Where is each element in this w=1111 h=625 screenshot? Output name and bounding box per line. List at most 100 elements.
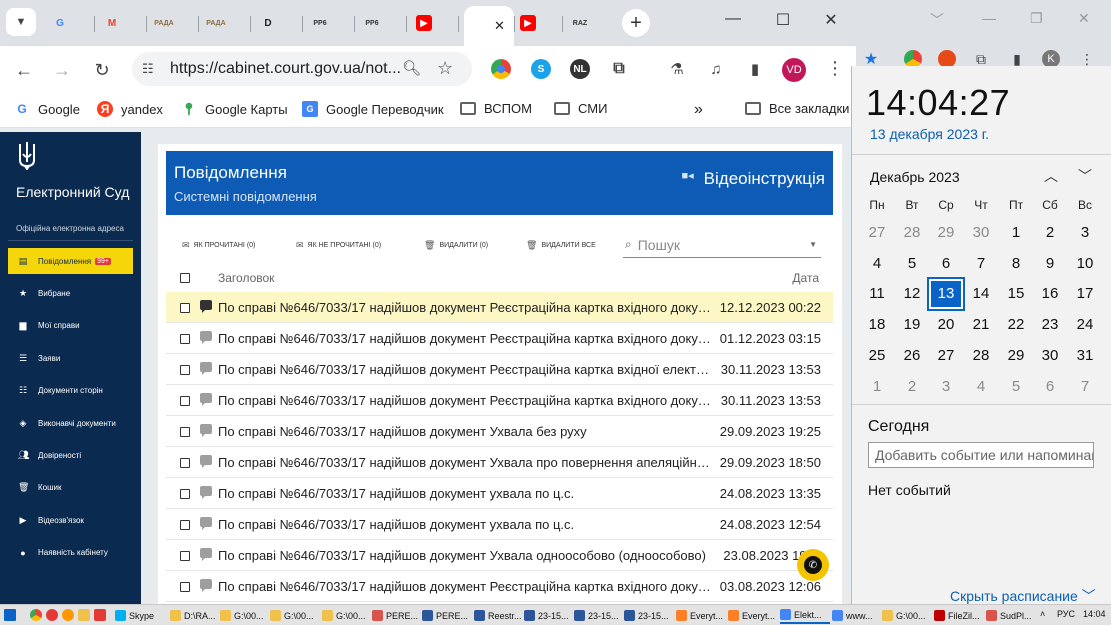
url-text[interactable]: https://cabinet.court.gov.ua/not... bbox=[170, 60, 400, 78]
row-checkbox[interactable] bbox=[180, 458, 190, 468]
taskbar-window-button[interactable]: D:\RA... bbox=[170, 607, 220, 624]
sidebar-item[interactable]: ▆ Мої справи bbox=[8, 313, 133, 339]
calendar-day[interactable]: 20 bbox=[929, 310, 963, 340]
media-control-icon[interactable]: ♫ bbox=[706, 59, 726, 79]
calendar-day[interactable]: 29 bbox=[999, 341, 1033, 371]
language-indicator[interactable]: РУС bbox=[1057, 609, 1075, 619]
sidebar-item[interactable]: 👥︎ Довіреності bbox=[8, 442, 133, 468]
taskbar-window-button[interactable]: Everyt... bbox=[676, 607, 726, 624]
dropdown-arrow-icon[interactable]: ▼ bbox=[809, 240, 817, 249]
mark-unread-button[interactable]: ✉ ЯК НЕ ПРОЧИТАНІ (0) bbox=[296, 240, 381, 251]
sidebar-item[interactable]: ▤ Повідомлення 99+ bbox=[8, 248, 133, 274]
calendar-day[interactable]: 3 bbox=[929, 372, 963, 402]
calendar-day[interactable]: 23 bbox=[1033, 310, 1067, 340]
calendar-day[interactable]: 8 bbox=[999, 249, 1033, 279]
calendar-day[interactable]: 29 bbox=[929, 218, 963, 248]
table-row[interactable]: По справі №646/7033/17 надійшов документ… bbox=[166, 447, 833, 478]
calendar-day[interactable]: 10 bbox=[1068, 249, 1102, 279]
row-checkbox[interactable] bbox=[180, 551, 190, 561]
calendar-day[interactable]: 28 bbox=[895, 218, 929, 248]
new-tab-button[interactable]: + bbox=[622, 9, 650, 37]
tray-overflow-icon[interactable]: ˄ bbox=[1040, 609, 1045, 619]
row-checkbox[interactable] bbox=[180, 489, 190, 499]
row-checkbox[interactable] bbox=[180, 334, 190, 344]
calendar-day[interactable]: 2 bbox=[1033, 218, 1067, 248]
bookmark-folder-smi[interactable]: СМИ bbox=[554, 101, 607, 116]
calendar-day[interactable]: 1 bbox=[999, 218, 1033, 248]
taskbar-window-button[interactable]: 23-15... bbox=[524, 607, 574, 624]
row-title[interactable]: По справі №646/7033/17 надійшов документ… bbox=[218, 579, 712, 594]
browser-tab[interactable]: PP6✕ bbox=[356, 8, 406, 38]
calendar-day[interactable]: 18 bbox=[860, 310, 894, 340]
calendar-day-today[interactable]: 13 bbox=[929, 279, 963, 310]
add-event-input[interactable]: Добавить событие или напоминание bbox=[868, 442, 1094, 468]
bookmarks-overflow-button[interactable]: » bbox=[694, 101, 703, 119]
calendar-day[interactable]: 30 bbox=[964, 218, 998, 248]
calendar-day[interactable]: 21 bbox=[964, 310, 998, 340]
row-title[interactable]: По справі №646/7033/17 надійшов документ… bbox=[218, 548, 712, 563]
row-title[interactable]: По справі №646/7033/17 надійшов документ… bbox=[218, 424, 712, 439]
call-button[interactable]: ✆ bbox=[797, 549, 829, 581]
delete-all-button[interactable]: 🗑︎ ВИДАЛИТИ ВСЕ bbox=[526, 240, 596, 251]
sidebar-item[interactable]: ● Наявність кабінету bbox=[8, 540, 133, 566]
row-checkbox[interactable] bbox=[180, 520, 190, 530]
taskbar-window-button[interactable]: Skype bbox=[115, 607, 165, 624]
taskbar-window-button[interactable]: PERE... bbox=[372, 607, 422, 624]
taskbar-window-button[interactable]: PERE... bbox=[422, 607, 472, 624]
taskbar-window-button[interactable]: SudPl... bbox=[986, 607, 1036, 624]
browser-tab[interactable]: РАДА✕ bbox=[148, 8, 198, 38]
column-date[interactable]: Дата bbox=[792, 271, 819, 285]
bookmark-yandex[interactable]: Я yandex bbox=[97, 101, 163, 117]
vpn-extension-icon[interactable]: NL bbox=[570, 59, 590, 79]
sidebar-item[interactable]: ☰ Заяви bbox=[8, 345, 133, 371]
taskbar-window-button[interactable]: Elekt... bbox=[780, 607, 830, 624]
row-title[interactable]: По справі №646/7033/17 надійшов документ… bbox=[218, 393, 712, 408]
taskbar-window-button[interactable]: www... bbox=[832, 607, 882, 624]
sidebar-item[interactable]: 🗑︎ Кошик bbox=[8, 475, 133, 501]
row-title[interactable]: По справі №646/7033/17 надійшов документ… bbox=[218, 300, 712, 315]
calendar-day[interactable]: 3 bbox=[1068, 218, 1102, 248]
bookmark-google-maps[interactable]: 📍︎ Google Карты bbox=[181, 101, 287, 117]
close-window-button[interactable]: ✕ bbox=[808, 10, 854, 30]
calendar-day[interactable]: 27 bbox=[929, 341, 963, 371]
close-tab-icon[interactable]: ✕ bbox=[494, 18, 505, 34]
taskbar-window-button[interactable]: Reestr... bbox=[474, 607, 524, 624]
search-placeholder[interactable]: Пошук bbox=[638, 237, 680, 253]
row-checkbox[interactable] bbox=[180, 365, 190, 375]
calendar-day[interactable]: 25 bbox=[860, 341, 894, 371]
calendar-day[interactable]: 4 bbox=[964, 372, 998, 402]
calendar-day[interactable]: 2 bbox=[895, 372, 929, 402]
browser-tab[interactable]: M✕ bbox=[96, 8, 146, 38]
sidebar-item[interactable]: ★ Вибране bbox=[8, 280, 133, 306]
search-field[interactable]: ⌕ Пошук ▼ bbox=[623, 232, 821, 258]
row-checkbox[interactable] bbox=[180, 427, 190, 437]
chrome-extension-icon[interactable] bbox=[491, 59, 511, 79]
restore-button[interactable]: ❐ bbox=[1030, 10, 1043, 27]
taskbar-window-button[interactable]: G:\00... bbox=[270, 607, 320, 624]
browser-tab[interactable]: G✕ bbox=[44, 8, 94, 38]
sidebar-item[interactable]: ◈ Виконавчі документи bbox=[8, 410, 133, 436]
sidebar-item[interactable]: ☷ Документи сторін bbox=[8, 378, 133, 404]
calendar-day[interactable]: 6 bbox=[929, 249, 963, 279]
calendar-day[interactable]: 24 bbox=[1068, 310, 1102, 340]
table-row[interactable]: По справі №646/7033/17 надійшов документ… bbox=[166, 478, 833, 509]
chrome-pinned-icon[interactable] bbox=[30, 609, 42, 621]
back-button[interactable]: ← bbox=[10, 56, 38, 84]
calendar-day[interactable]: 31 bbox=[1068, 341, 1102, 371]
table-row[interactable]: По справі №646/7033/17 надійшов документ… bbox=[166, 292, 833, 323]
taskbar-window-button[interactable]: G:\00... bbox=[220, 607, 270, 624]
browser-tab[interactable]: РАДА✕ bbox=[200, 8, 250, 38]
table-row[interactable]: По справі №646/7033/17 надійшов документ… bbox=[166, 540, 833, 571]
taskbar-window-button[interactable]: 23-15... bbox=[624, 607, 674, 624]
calendar-day[interactable]: 4 bbox=[860, 249, 894, 279]
minimize-button[interactable]: — bbox=[710, 10, 756, 28]
start-button[interactable] bbox=[4, 609, 16, 621]
calendar-day[interactable]: 27 bbox=[860, 218, 894, 248]
month-label[interactable]: Декабрь 2023 bbox=[870, 169, 960, 185]
table-row[interactable]: По справі №646/7033/17 надійшов документ… bbox=[166, 571, 833, 602]
column-title[interactable]: Заголовок bbox=[218, 271, 274, 285]
table-row[interactable]: По справі №646/7033/17 надійшов документ… bbox=[166, 323, 833, 354]
clock-date[interactable]: 13 декабря 2023 г. bbox=[870, 126, 989, 142]
bookmark-google[interactable]: G Google bbox=[14, 101, 80, 117]
pinned-app-icon[interactable] bbox=[94, 609, 106, 621]
